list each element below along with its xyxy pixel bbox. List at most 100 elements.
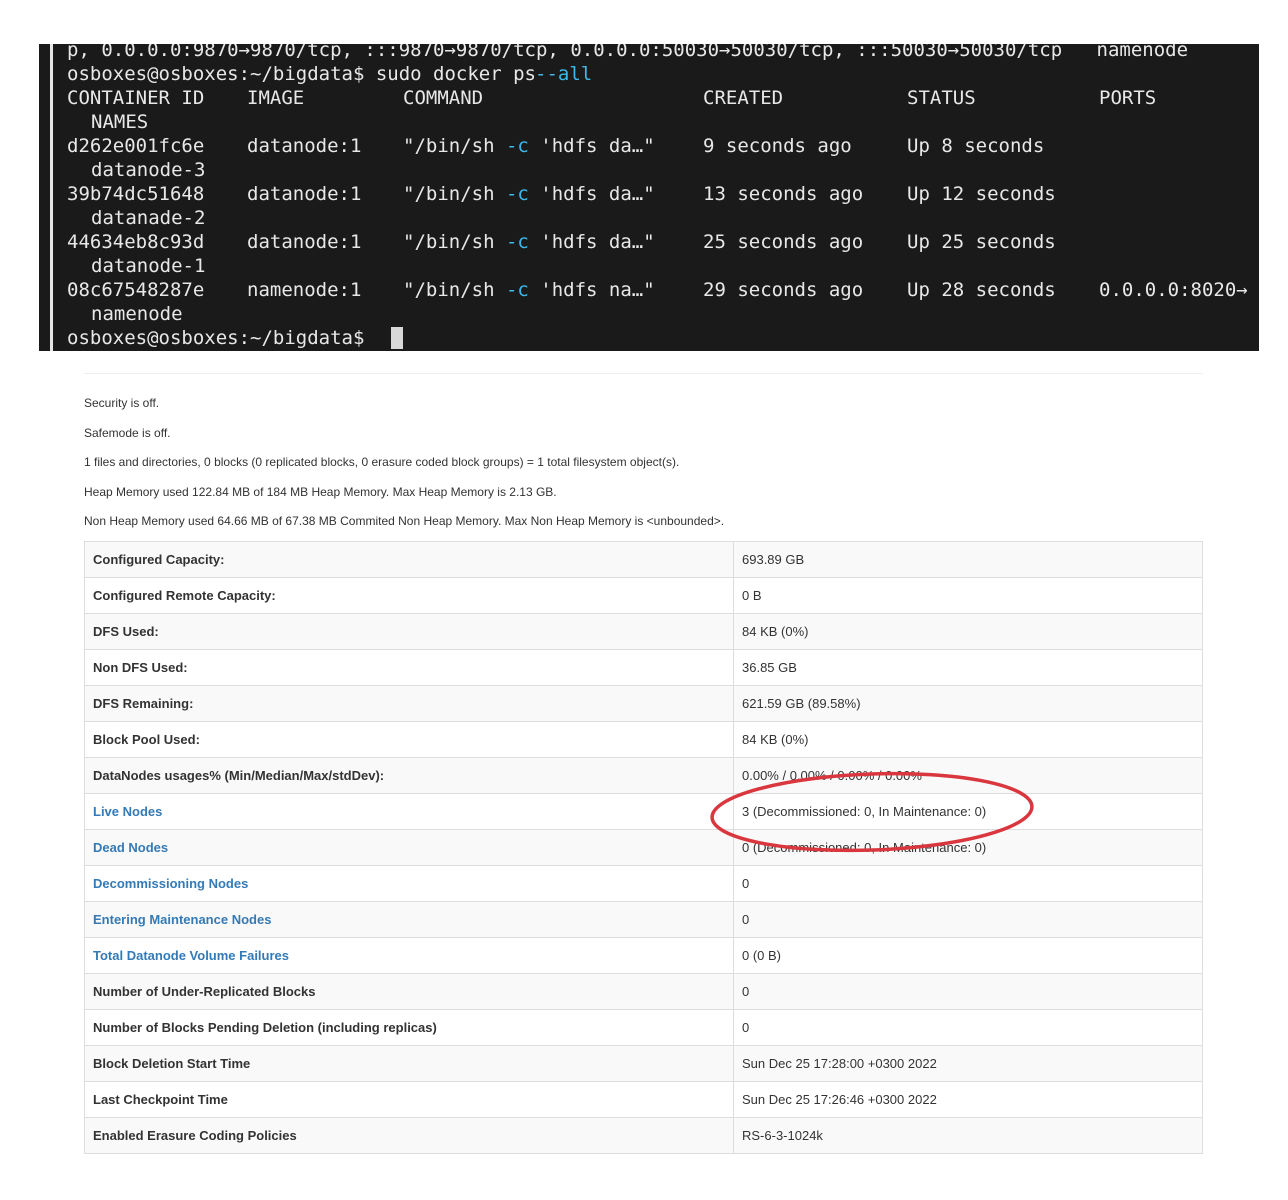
container-image: datanode:1 [247,135,362,157]
table-row: DFS Remaining: 621.59 GB (89.58%) [84,685,1203,722]
table-row: Non DFS Used: 36.85 GB [84,649,1203,686]
table-row: Decommissioning Nodes 0 [84,865,1203,902]
terminal-prompt-current: osboxes@osboxes:~/bigdata$ [67,327,376,349]
row-key: Enabled Erasure Coding Policies [84,1117,734,1154]
container-name: datanode-1 [91,255,206,277]
row-key: Live Nodes [84,793,734,830]
row-value: 0 [733,865,1203,902]
row-key: Configured Capacity: [84,541,734,578]
row-value: 0 [733,901,1203,938]
row-key: Last Checkpoint Time [84,1081,734,1118]
terminal-prompt: osboxes@osboxes:~/bigdata$ sudo docker p… [67,63,548,85]
header-container-id: CONTAINER ID [67,87,205,109]
container-name: namenode [91,303,183,325]
filesystem-summary: 1 files and directories, 0 blocks (0 rep… [84,455,680,469]
row-key: Decommissioning Nodes [84,865,734,902]
container-command: "/bin/sh -c 'hdfs da…" [403,135,655,157]
row-value: 0 (Decommissioned: 0, In Maintenance: 0) [733,829,1203,866]
table-row: Entering Maintenance Nodes 0 [84,901,1203,938]
container-status: Up 25 seconds [907,231,1056,253]
separator [84,373,1203,374]
row-value: 3 (Decommissioned: 0, In Maintenance: 0) [733,793,1203,830]
container-status: Up 28 seconds [907,279,1056,301]
row-key: Number of Blocks Pending Deletion (inclu… [84,1009,734,1046]
header-ports: PORTS [1099,87,1157,109]
table-row: DFS Used: 84 KB (0%) [84,613,1203,650]
table-row: Configured Remote Capacity: 0 B [84,577,1203,614]
header-image: IMAGE [247,87,305,109]
container-status: Up 12 seconds [907,183,1056,205]
row-key: Non DFS Used: [84,649,734,686]
security-status: Security is off. [84,396,160,410]
container-status: Up 8 seconds [907,135,1045,157]
container-created: 29 seconds ago [703,279,864,301]
table-row: Enabled Erasure Coding Policies RS-6-3-10… [84,1117,1203,1154]
container-image: namenode:1 [247,279,362,301]
row-key: Entering Maintenance Nodes [84,901,734,938]
container-id: d262e001fc6e [67,135,205,157]
terminal-cursor[interactable] [391,327,403,349]
container-created: 25 seconds ago [703,231,864,253]
row-value: 0 [733,1009,1203,1046]
container-ports: 0.0.0.0:8020→ [1099,279,1248,301]
row-value: Sun Dec 25 17:26:46 +0300 2022 [733,1081,1203,1118]
dead-nodes-link[interactable]: Dead Nodes [93,840,168,855]
container-name: datanode-3 [91,159,206,181]
terminal-window[interactable]: p, 0.0.0.0:9870→9870/tcp, :::9870→9870/t… [39,44,1259,351]
container-image: datanode:1 [247,231,362,253]
table-row: Total Datanode Volume Failures 0 (0 B) [84,937,1203,974]
entering-maintenance-nodes-link[interactable]: Entering Maintenance Nodes [93,912,271,927]
table-row: Last Checkpoint Time Sun Dec 25 17:26:46 … [84,1081,1203,1118]
row-key: DFS Remaining: [84,685,734,722]
table-row: Dead Nodes 0 (Decommissioned: 0, In Maint… [84,829,1203,866]
container-id: 44634eb8c93d [67,231,205,253]
container-id: 39b74dc51648 [67,183,205,205]
live-nodes-link[interactable]: Live Nodes [93,804,162,819]
container-created: 9 seconds ago [703,135,852,157]
row-value: 0 (0 B) [733,937,1203,974]
table-row: Block Deletion Start Time Sun Dec 25 17:2… [84,1045,1203,1082]
row-value: RS-6-3-1024k [733,1117,1203,1154]
container-command: "/bin/sh -c 'hdfs da…" [403,183,655,205]
row-key: Total Datanode Volume Failures [84,937,734,974]
volume-failures-link[interactable]: Total Datanode Volume Failures [93,948,289,963]
row-value: Sun Dec 25 17:28:00 +0300 2022 [733,1045,1203,1082]
row-value: 693.89 GB [733,541,1203,578]
container-image: datanode:1 [247,183,362,205]
row-value: 84 KB (0%) [733,613,1203,650]
container-command: "/bin/sh -c 'hdfs da…" [403,231,655,253]
row-value: 0 [733,973,1203,1010]
heap-memory: Heap Memory used 122.84 MB of 184 MB Hea… [84,485,557,499]
container-name: datanade-2 [91,207,206,229]
row-key: Block Pool Used: [84,721,734,758]
row-value: 36.85 GB [733,649,1203,686]
header-status: STATUS [907,87,976,109]
terminal-flag: --all [535,63,593,85]
table-row: Block Pool Used: 84 KB (0%) [84,721,1203,758]
table-row: Live Nodes 3 (Decommissioned: 0, In Maint… [84,793,1203,830]
header-command: COMMAND [403,87,484,109]
row-value: 621.59 GB (89.58%) [733,685,1203,722]
row-value: 0 B [733,577,1203,614]
header-created: CREATED [703,87,784,109]
container-command: "/bin/sh -c 'hdfs na…" [403,279,655,301]
row-value: 0.00% / 0.00% / 0.00% / 0.00% [733,757,1203,794]
header-names: NAMES [91,111,149,133]
row-key: Configured Remote Capacity: [84,577,734,614]
table-row: Configured Capacity: 693.89 GB [84,541,1203,578]
row-key: DataNodes usages% (Min/Median/Max/stdDev… [84,757,734,794]
table-row: Number of Blocks Pending Deletion (inclu… [84,1009,1203,1046]
decommissioning-nodes-link[interactable]: Decommissioning Nodes [93,876,248,891]
row-value: 84 KB (0%) [733,721,1203,758]
container-id: 08c67548287e [67,279,205,301]
terminal-left-border [50,44,53,351]
table-row: Number of Under-Replicated Blocks 0 [84,973,1203,1010]
non-heap-memory: Non Heap Memory used 64.66 MB of 67.38 M… [84,514,725,528]
safemode-status: Safemode is off. [84,426,171,440]
container-created: 13 seconds ago [703,183,864,205]
row-key: DFS Used: [84,613,734,650]
cluster-summary-table: Configured Capacity: 693.89 GB Configured… [84,541,1203,1154]
row-key: Dead Nodes [84,829,734,866]
row-key: Number of Under-Replicated Blocks [84,973,734,1010]
row-key: Block Deletion Start Time [84,1045,734,1082]
